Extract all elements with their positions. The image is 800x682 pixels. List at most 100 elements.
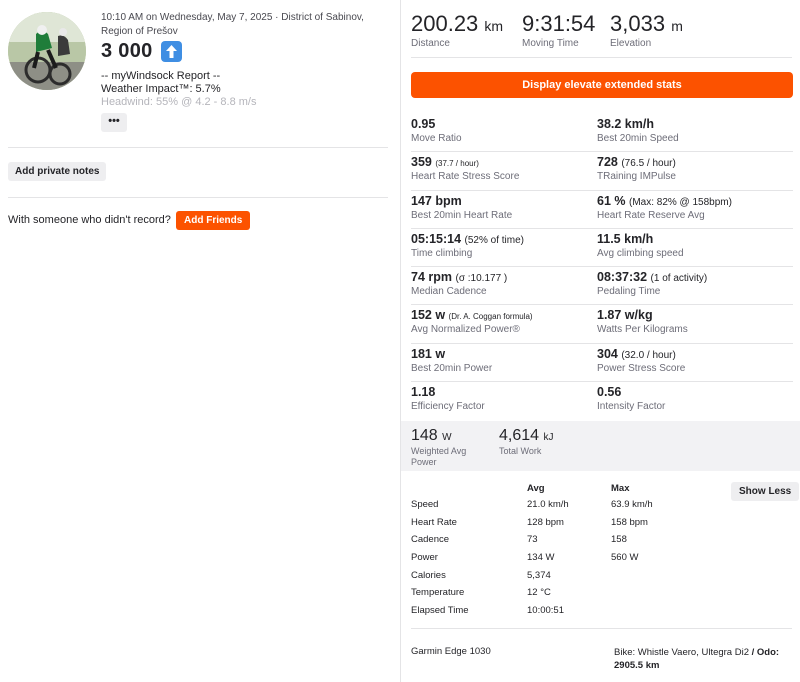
stat-cell: 0.95 Move Ratio [411,114,597,151]
activity-description: -- myWindsock Report -- Weather Impact™:… [101,70,391,107]
row-label: Calories [411,569,446,581]
stat-label: Total Work [499,446,542,456]
add-private-notes-button[interactable]: Add private notes [8,162,107,181]
stat-label: Watts Per Kilograms [597,324,688,336]
stat-cell: 728 (76.5 / hour) TRaining IMPulse [597,152,793,189]
stat-total-work: 4,614 kJ Total Work [499,427,554,456]
divider [8,197,388,198]
stats-row: 152 w (Dr. A. Coggan formula) Avg Normal… [411,305,793,344]
column-header-avg: Avg [527,483,545,494]
odometer-label: / Odo: [751,647,780,658]
stat-value: 0.56 [597,385,622,400]
stat-weighted-avg-power: 148 W Weighted Avg Power [411,427,466,467]
stat-value: 0.95 [411,117,436,131]
stat-value: 152 w [411,308,446,323]
stat-extra: (76.5 / hour) [621,158,676,170]
stat-extra: (Max: 82% @ 158bpm) [628,196,732,208]
row-max: 63.9 km/h [611,499,653,510]
stats-row: 359 (37.7 / hour) Heart Rate Stress Scor… [411,152,793,191]
device-name: Garmin Edge 1030 [411,646,491,657]
stat-unit: W [442,432,452,443]
more-options-button[interactable]: ••• [101,113,127,132]
stat-cell: 08:37:32 (1 of activity) Pedaling Time [597,267,793,304]
column-header-max: Max [611,483,630,494]
row-label: Elapsed Time [411,605,469,617]
stat-label: Elevation [610,38,652,49]
bike-name: Bike: Whistle Vaero, Ultegra Di2 [614,647,749,658]
stat-label: Weighted Avg [411,446,467,456]
stat-unit: km [484,18,504,34]
stat-cell: 304 (32.0 / hour) Power Stress Score [597,344,793,381]
avg-max-table: Avg Max Speed 21.0 km/h 63.9 km/h Heart … [411,483,793,623]
stat-value: 08:37:32 [597,270,648,285]
stat-cell: 11.5 km/h Avg climbing speed [597,229,793,266]
row-label: Heart Rate [411,516,457,528]
divider [8,147,388,148]
stat-value: 200.23 [411,11,479,36]
stat-label: Median Cadence [411,286,487,298]
stat-label: Power [411,457,437,467]
table-row: Power 134 W 560 W [411,552,793,570]
table-row: Cadence 73 158 [411,534,793,552]
stat-value: 304 [597,346,618,361]
stat-cell: 181 w Best 20min Power [411,344,597,381]
table-row: Temperature 12 °C [411,587,793,605]
row-avg: 12 °C [527,587,551,599]
description-line: -- myWindsock Report -- [101,70,221,82]
stat-cell: 359 (37.7 / hour) Heart Rate Stress Scor… [411,152,597,189]
stat-label: Distance [411,38,450,49]
display-extended-stats-button[interactable]: Display elevate extended stats [411,72,793,98]
stat-cell: 147 bpm Best 20min Heart Rate [411,191,597,228]
stat-label: Best 20min Speed [597,133,679,144]
row-label: Speed [411,499,439,510]
stat-value: 1.18 [411,385,436,400]
cyclist-photo-icon [8,12,86,90]
stat-cell: 1.87 w/kg Watts Per Kilograms [597,305,793,342]
stat-extra: (32.0 / hour) [621,349,676,361]
stat-label: Heart Rate Reserve Avg [597,209,705,221]
stats-row: 05:15:14 (52% of time) Time climbing 11.… [411,229,793,268]
stat-value: 148 [411,427,438,444]
table-row: Speed 21.0 km/h 63.9 km/h [411,499,793,517]
table-row: Heart Rate 128 bpm 158 bpm [411,517,793,535]
stat-extra: (52% of time) [464,234,524,246]
stat-moving-time: 9:31:54 Moving Time [522,11,595,49]
row-avg: 128 bpm [527,516,564,528]
stat-extra: (Dr. A. Coggan formula) [448,312,533,322]
stat-extra: (σ :10.177 ) [455,273,508,285]
odometer-value: 2905.5 km [614,660,660,671]
row-avg: 10:00:51 [527,605,564,617]
stat-label: Heart Rate Stress Score [411,171,520,183]
stat-elevation: 3,033 m Elevation [610,11,683,49]
stat-extra: (37.7 / hour) [435,159,479,169]
activity-title-text: 3 000 [101,40,153,62]
stat-cell: 61 % (Max: 82% @ 158bpm) Heart Rate Rese… [597,191,793,228]
stat-cell: 38.2 km/h Best 20min Speed [597,114,793,151]
description-line: Weather Impact™: 5.7% [101,83,221,95]
divider [411,57,792,58]
stat-value: 147 bpm [411,193,462,208]
add-friends-prompt: With someone who didn't record? [8,214,171,226]
stat-label: Moving Time [522,38,579,49]
activity-summary-panel: 10:10 AM on Wednesday, May 7, 2025 · Dis… [0,0,400,682]
stat-cell: 152 w (Dr. A. Coggan formula) Avg Normal… [411,305,597,342]
stat-label: Power Stress Score [597,362,686,374]
athlete-avatar[interactable] [8,12,86,90]
stat-value: 05:15:14 [411,231,462,246]
add-friends-button[interactable]: Add Friends [176,211,251,230]
up-arrow-emoji-icon [160,41,182,62]
row-max: 158 [611,534,627,546]
table-row: Elapsed Time 10:00:51 [411,605,793,623]
stat-value: 181 w [411,346,446,361]
stat-cell: 05:15:14 (52% of time) Time climbing [411,229,597,266]
stat-label: Efficiency Factor [411,401,485,413]
table-row: Calories 5,374 [411,570,793,588]
stat-label: Move Ratio [411,133,462,144]
show-less-button[interactable]: Show Less [731,482,800,501]
row-label: Power [411,552,438,564]
extended-stats-grid: 0.95 Move Ratio 38.2 km/h Best 20min Spe… [411,114,793,420]
stats-row: 74 rpm (σ :10.177 ) Median Cadence 08:37… [411,267,793,306]
divider [411,628,792,629]
stat-value: 3,033 [610,11,666,36]
stat-cell: 0.56 Intensity Factor [597,382,793,420]
